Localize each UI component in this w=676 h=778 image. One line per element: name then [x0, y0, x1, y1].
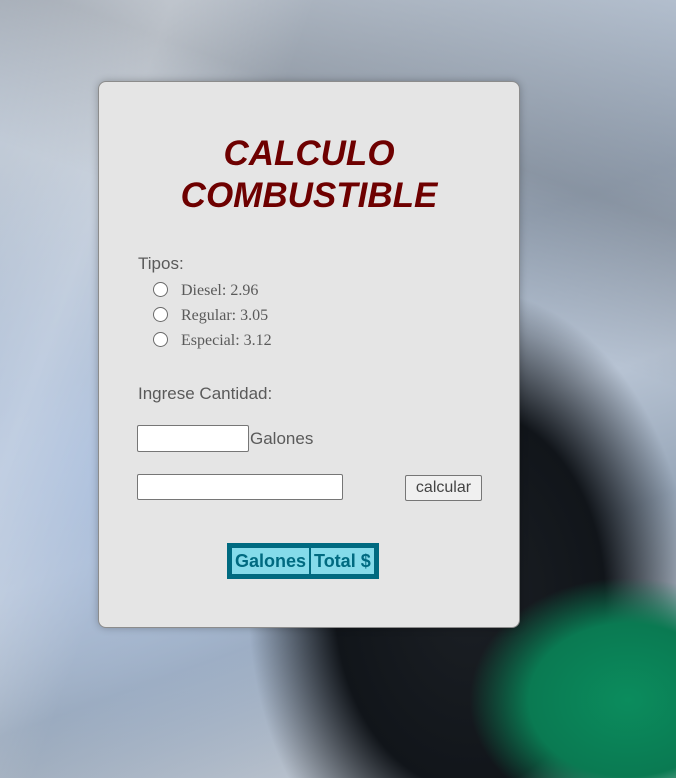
calculator-card: CALCULO COMBUSTIBLE Tipos: Diesel: 2.96 … — [98, 81, 520, 628]
fuel-option-label: Especial: 3.12 — [181, 331, 272, 349]
title-line-1: CALCULO — [223, 134, 395, 173]
radio-diesel[interactable] — [153, 281, 168, 297]
header-total: Total $ — [311, 548, 374, 574]
fuel-option-label: Diesel: 2.96 — [181, 281, 259, 299]
fuel-option-label: Regular: 3.05 — [181, 306, 269, 324]
gallons-input[interactable] — [137, 425, 249, 452]
fuel-type-radio-group: Diesel: 2.96 Regular: 3.05 Especial: 3.1… — [153, 278, 272, 353]
gallons-unit-label: Galones — [250, 429, 314, 448]
header-gallons: Galones — [232, 548, 310, 574]
calculate-button[interactable]: calcular — [405, 475, 482, 501]
radio-especial[interactable] — [153, 331, 168, 347]
fuel-option-regular[interactable]: Regular: 3.05 — [153, 303, 272, 328]
fuel-option-diesel[interactable]: Diesel: 2.96 — [153, 278, 272, 303]
table-header-row: Galones Total $ — [232, 548, 374, 574]
fuel-option-especial[interactable]: Especial: 3.12 — [153, 328, 272, 353]
radio-regular[interactable] — [153, 306, 168, 322]
fuel-types-label: Tipos: — [138, 254, 184, 273]
results-table: Galones Total $ — [227, 543, 379, 579]
page-title: CALCULO COMBUSTIBLE — [99, 133, 519, 217]
quantity-label: Ingrese Cantidad: — [138, 384, 273, 403]
result-field[interactable] — [137, 474, 343, 500]
title-line-2: COMBUSTIBLE — [180, 176, 438, 215]
